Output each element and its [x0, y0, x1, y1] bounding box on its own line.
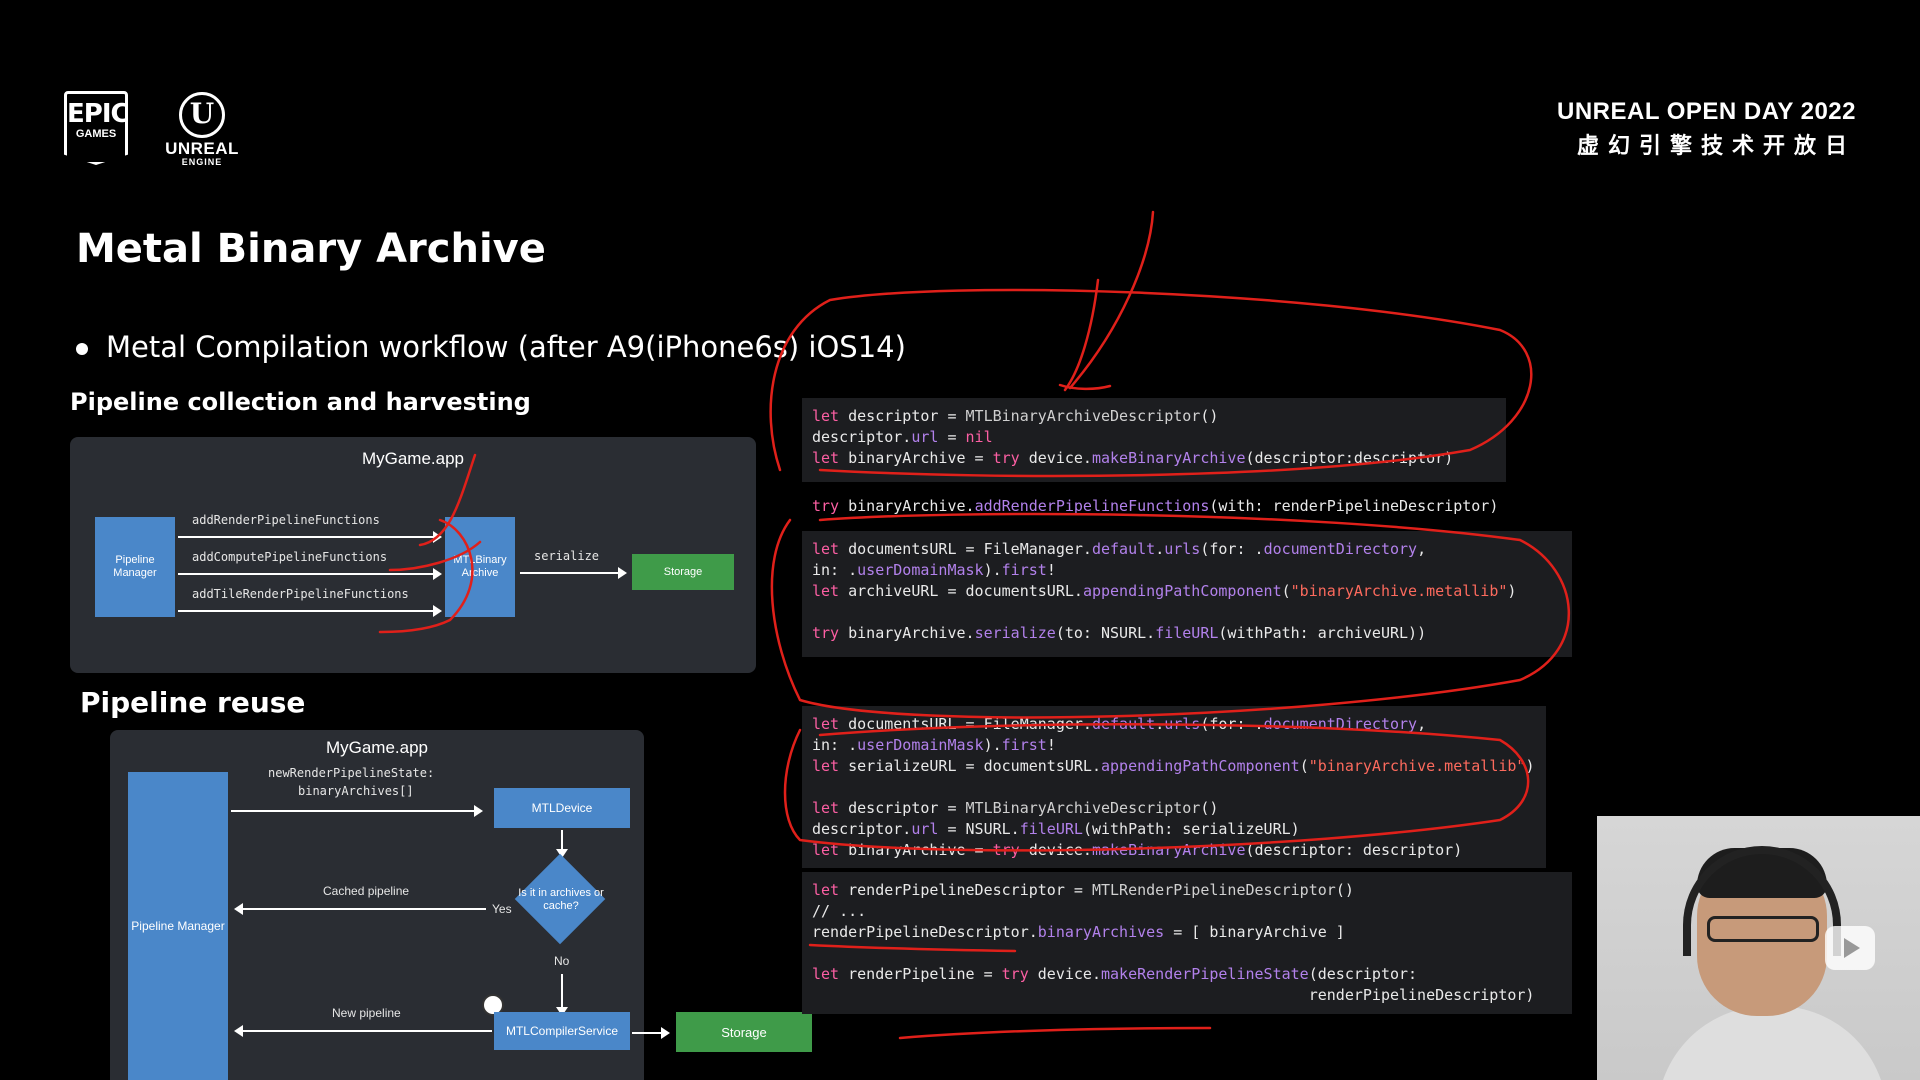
- harvesting-diagram: MyGame.app Pipeline Manager MTLBinary Ar…: [70, 437, 756, 673]
- arrow-compiler-storage: [632, 1027, 670, 1039]
- arrow-new-pipeline: [234, 1025, 492, 1037]
- arrow-to-device: [231, 805, 483, 817]
- event-name: UNREAL OPEN DAY 2022: [1556, 98, 1856, 125]
- cached-pipeline-label: Cached pipeline: [323, 884, 410, 898]
- code-line: let archiveURL = documentsURL.appendingP…: [812, 582, 1517, 600]
- code-line: let renderPipeline = try device.makeRend…: [812, 965, 1418, 983]
- event-branding: UNREAL OPEN DAY 2022 虚幻引擎技术开放日: [1557, 98, 1856, 160]
- slide-title: Metal Binary Archive: [76, 226, 546, 272]
- epic-games-logo: EPIC GAMES: [64, 91, 128, 165]
- ink-arrow-down: [1058, 210, 1155, 392]
- code-line: // ...: [812, 902, 867, 920]
- code-block-use-archive: let renderPipelineDescriptor = MTLRender…: [802, 872, 1572, 1014]
- pipeline-manager-box: Pipeline Manager: [95, 517, 175, 617]
- code-line: let binaryArchive = try device.makeBinar…: [812, 449, 1454, 467]
- compiler-service-box: MTLCompilerService: [494, 1012, 630, 1050]
- binary-archive-box: MTLBinary Archive: [445, 517, 515, 617]
- code-block-serialize: let documentsURL = FileManager.default.u…: [802, 531, 1572, 657]
- no-label: No: [554, 954, 570, 968]
- reuse-diagram: MyGame.app Pipeline Manager newRenderPip…: [110, 730, 644, 1080]
- new-state-label: newRenderPipelineState:: [268, 766, 435, 780]
- diagram-app-title: MyGame.app: [361, 449, 465, 468]
- ink-underline-2: [898, 1026, 1212, 1040]
- arrow-tile: [178, 605, 442, 617]
- storage-box-reuse: Storage: [676, 1012, 812, 1052]
- code-line-add-functions: try binaryArchive.addRenderPipelineFunct…: [812, 497, 1499, 515]
- arrow-serialize: [520, 567, 627, 579]
- code-line: try binaryArchive.serialize(to: NSURL.fi…: [812, 624, 1427, 642]
- code-line: in: .userDomainMask).first!: [812, 561, 1056, 579]
- glasses: [1707, 916, 1819, 942]
- event-name-cn: 虚幻引擎技术开放日: [1576, 134, 1856, 159]
- code-line: let documentsURL = FileManager.default.u…: [812, 540, 1427, 558]
- unreal-engine-logo: U UNREAL ENGINE: [150, 92, 254, 167]
- code-line: descriptor.url = NSURL.fileURL(withPath:…: [812, 820, 1300, 838]
- arrow-label-tile: addTileRenderPipelineFunctions: [192, 587, 409, 601]
- mtl-device-box: MTLDevice: [494, 788, 630, 828]
- arrow-device-decision: [556, 830, 568, 858]
- code-block-create-archive: let descriptor = MTLBinaryArchiveDescrip…: [802, 398, 1506, 482]
- arrow-cached: [234, 903, 486, 915]
- presenter-body: [1657, 1006, 1887, 1080]
- yes-label: Yes: [492, 902, 512, 916]
- unreal-mark-icon: U: [179, 92, 225, 138]
- code-line: let descriptor = MTLBinaryArchiveDescrip…: [812, 799, 1219, 817]
- code-line: let serializeURL = documentsURL.appendin…: [812, 757, 1535, 775]
- diagram-app-title: MyGame.app: [325, 738, 429, 757]
- unreal-logo-text: UNREAL: [165, 139, 239, 158]
- arrow-label-compute: addComputePipelineFunctions: [192, 550, 388, 564]
- code-line: in: .userDomainMask).first!: [812, 736, 1056, 754]
- code-block-load-archive: let documentsURL = FileManager.default.u…: [802, 706, 1546, 868]
- decision-text: Is it in archives or cache?: [518, 887, 604, 912]
- binary-archives-label: binaryArchives[]: [298, 784, 414, 798]
- presenter-webcam: [1597, 816, 1920, 1080]
- bullet-text: Metal Compilation workflow (after A9(iPh…: [106, 330, 906, 364]
- bullet-point: Metal Compilation workflow (after A9(iPh…: [76, 330, 906, 364]
- arrow-compute: [178, 568, 442, 580]
- epic-logo-text: EPIC: [67, 99, 129, 129]
- section-heading-harvesting: Pipeline collection and harvesting: [70, 388, 531, 416]
- code-line: let documentsURL = FileManager.default.u…: [812, 715, 1427, 733]
- code-line: renderPipelineDescriptor): [812, 986, 1535, 1004]
- code-line: let renderPipelineDescriptor = MTLRender…: [812, 881, 1354, 899]
- arrow-label-serialize: serialize: [534, 549, 600, 563]
- code-line: let binaryArchive = try device.makeBinar…: [812, 841, 1463, 859]
- unreal-logo-subtext: ENGINE: [181, 157, 223, 167]
- new-pipeline-label: New pipeline: [332, 1006, 401, 1020]
- pipeline-manager-box: Pipeline Manager: [128, 772, 228, 1080]
- bullet-dot-icon: [76, 343, 88, 355]
- code-line: descriptor.url = nil: [812, 428, 993, 446]
- epic-logo-subtext: GAMES: [75, 128, 117, 140]
- code-line: renderPipelineDescriptor.binaryArchives …: [812, 923, 1345, 941]
- storage-box: Storage: [632, 554, 734, 590]
- arrow-render: [178, 531, 442, 543]
- play-icon[interactable]: [1825, 926, 1875, 970]
- arrow-label-render: addRenderPipelineFunctions: [192, 513, 380, 527]
- section-heading-reuse: Pipeline reuse: [80, 686, 306, 719]
- code-line: let descriptor = MTLBinaryArchiveDescrip…: [812, 407, 1219, 425]
- arrow-decision-compiler: [556, 974, 568, 1016]
